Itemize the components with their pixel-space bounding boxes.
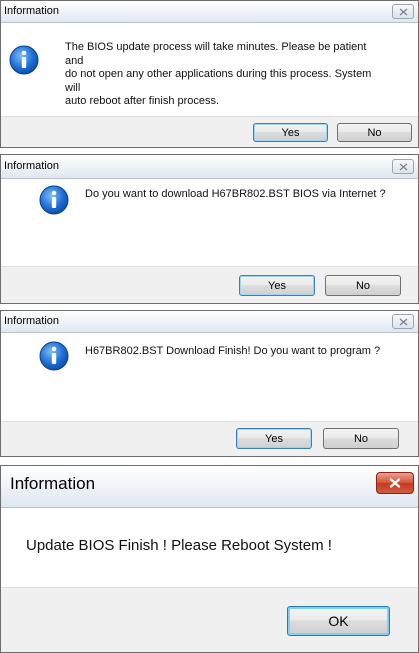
yes-button[interactable]: Yes <box>253 123 328 142</box>
title-bar[interactable]: Information <box>1 155 418 179</box>
dialog-message: H67BR802.BST Download Finish! Do you wan… <box>85 345 381 357</box>
ok-button[interactable]: OK <box>287 606 390 636</box>
close-icon <box>399 318 407 325</box>
no-button[interactable]: No <box>323 428 399 449</box>
info-icon <box>38 184 70 221</box>
bios-update-info-dialog: Information The BIOS update process will… <box>0 0 419 148</box>
dialog-title: Information <box>4 160 60 172</box>
message-line: do not open any other applications durin… <box>65 68 372 94</box>
message-line: auto reboot after finish process. <box>65 95 220 107</box>
dialog-message: Update BIOS Finish ! Please Reboot Syste… <box>26 537 332 554</box>
no-button[interactable]: No <box>337 123 412 142</box>
close-icon <box>399 163 407 170</box>
info-icon <box>8 44 40 81</box>
close-button[interactable] <box>392 4 414 19</box>
dialog-footer: Yes No <box>1 421 418 456</box>
info-icon <box>38 340 70 377</box>
update-finish-dialog: Information Update BIOS Finish ! Please … <box>0 465 419 653</box>
yes-button[interactable]: Yes <box>236 428 312 449</box>
dialog-title: Information <box>10 474 96 493</box>
close-button[interactable] <box>392 314 414 329</box>
title-bar[interactable]: Information <box>1 311 418 333</box>
no-button[interactable]: No <box>325 275 401 296</box>
dialog-footer: Yes No <box>1 116 418 147</box>
close-icon <box>389 478 401 488</box>
download-bios-dialog: Information Do you want to download H67B… <box>0 154 419 304</box>
title-bar[interactable]: Information <box>1 1 418 23</box>
message-line: The BIOS update process will take minute… <box>65 41 367 67</box>
close-button[interactable] <box>392 159 414 174</box>
dialog-title: Information <box>4 315 60 327</box>
close-icon <box>399 8 407 15</box>
dialog-title: Information <box>4 5 60 17</box>
dialog-footer: Yes No <box>1 266 418 303</box>
dialog-footer: OK <box>1 587 418 652</box>
dialog-message: The BIOS update process will take minute… <box>65 41 385 109</box>
close-button[interactable] <box>376 472 414 494</box>
yes-button[interactable]: Yes <box>239 275 315 296</box>
title-bar[interactable]: Information <box>1 466 418 508</box>
dialog-message: Do you want to download H67BR802.BST BIO… <box>85 188 386 200</box>
program-bios-dialog: Information H67BR802.BST Download Finish… <box>0 310 419 457</box>
